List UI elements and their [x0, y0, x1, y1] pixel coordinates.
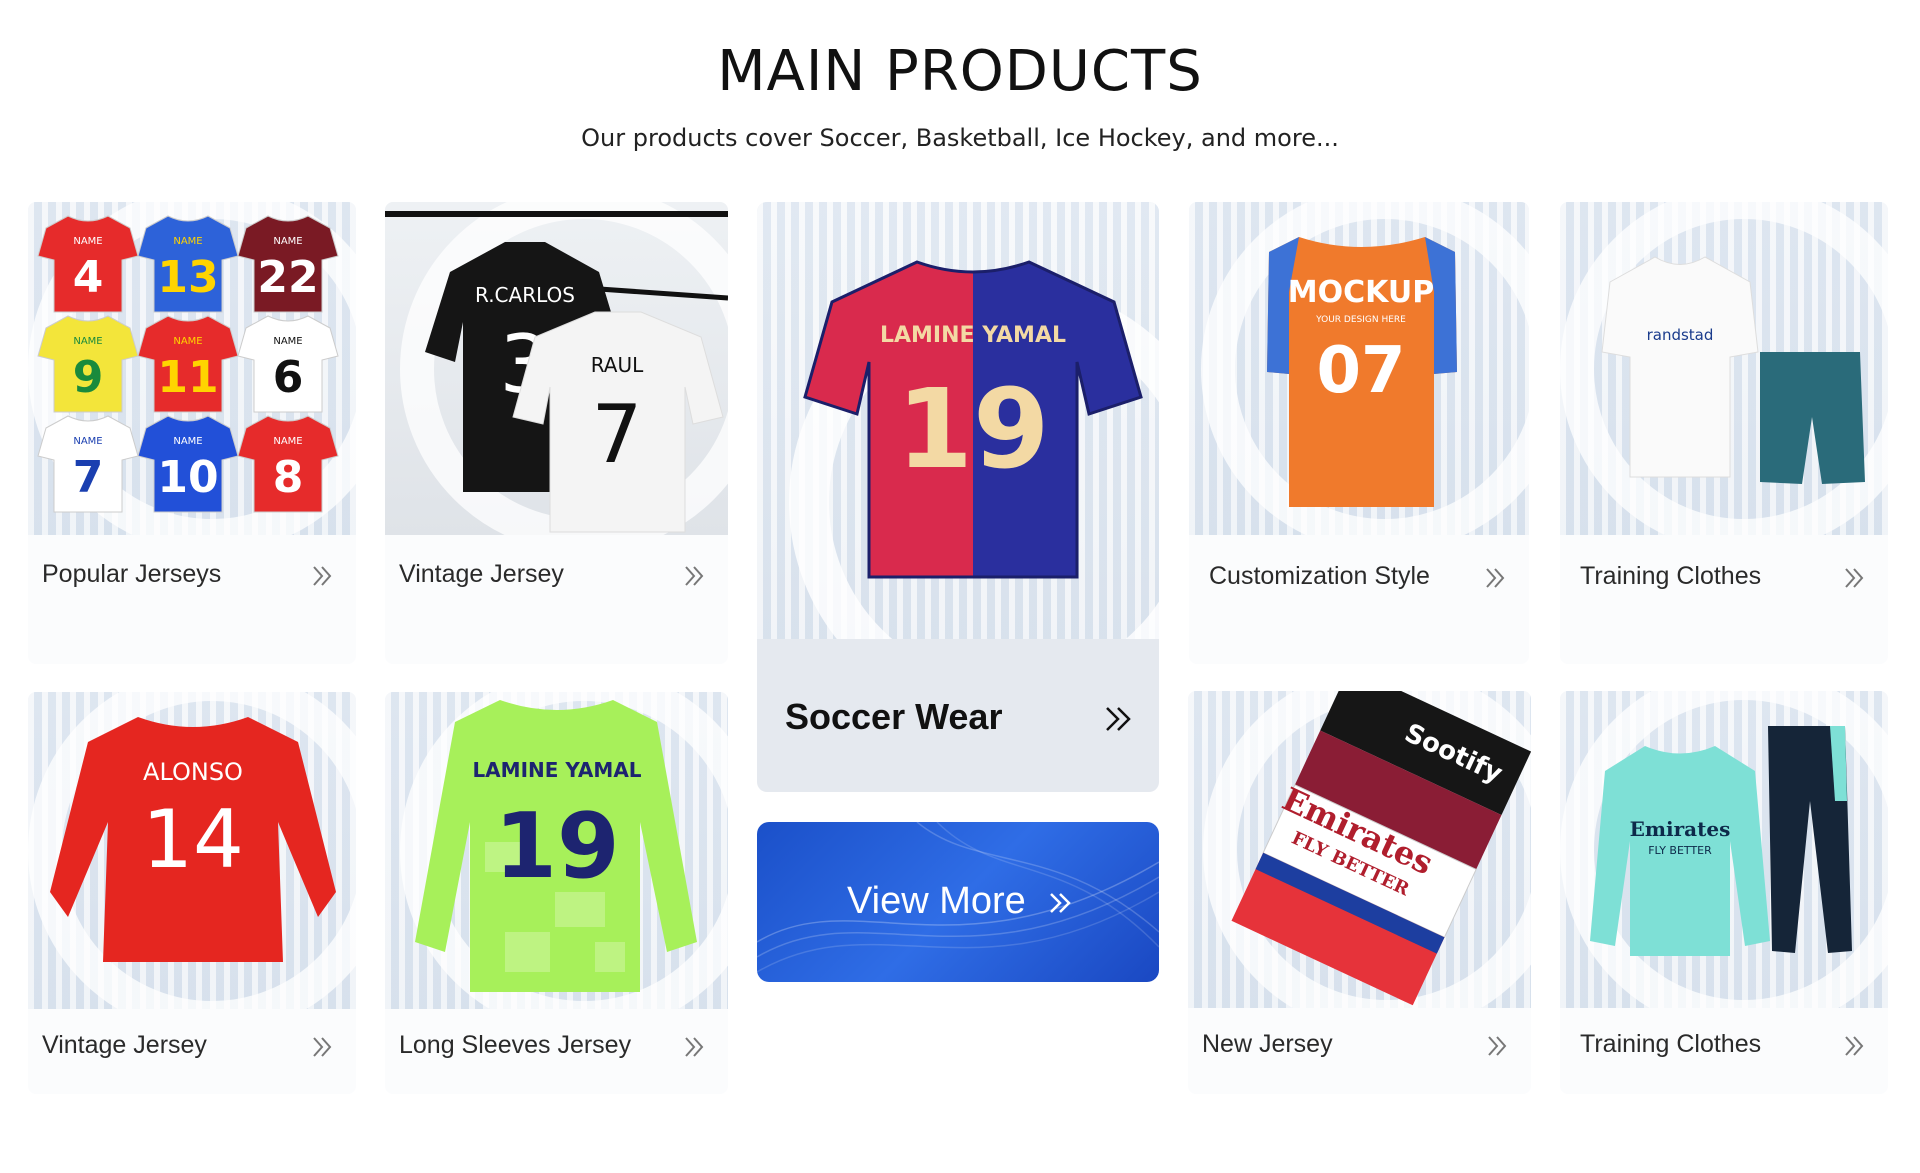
- grid-jersey-name: NAME: [173, 236, 202, 247]
- jersey-number-text: 07: [1316, 334, 1405, 408]
- page-title: MAIN PRODUCTS: [717, 39, 1203, 104]
- product-card-training-clothes-2[interactable]: Emirates FLY BETTER Training Clothes: [1560, 691, 1888, 1094]
- jersey-name-text: ALONSO: [143, 758, 243, 786]
- view-more-button[interactable]: View More: [757, 822, 1159, 982]
- jersey-number-text: 14: [142, 793, 244, 886]
- grid-jersey-number: 11: [157, 352, 218, 403]
- grid-jersey-name: NAME: [73, 436, 102, 447]
- grid-jersey: NAME 4: [37, 215, 139, 313]
- grid-jersey: NAME 9: [37, 315, 139, 413]
- grid-jersey: NAME 7: [37, 415, 139, 513]
- double-chevron-right-icon: [308, 1033, 336, 1061]
- grid-jersey: NAME 10: [137, 415, 239, 513]
- jersey-collection-image: NAME 4 NAME 13 NAME 22 NAME 9 NAME 11 NAME 6 NAME 7 NA…: [28, 202, 356, 535]
- jersey-name-text: RAUL: [591, 353, 644, 377]
- card-label: Customization Style: [1209, 562, 1430, 590]
- product-card-customization-style[interactable]: MOCKUP YOUR DESIGN HERE 07 Customization…: [1189, 202, 1529, 664]
- tracksuit-image: Emirates FLY BETTER: [1560, 691, 1888, 1008]
- section-header: MAIN PRODUCTS Our products cover Soccer,…: [0, 38, 1920, 154]
- grid-jersey: NAME 13: [137, 215, 239, 313]
- double-chevron-right-icon: [1840, 564, 1868, 592]
- card-label: New Jersey: [1202, 1030, 1333, 1058]
- double-chevron-right-icon: [308, 562, 336, 590]
- grid-jersey-number: 22: [257, 252, 318, 303]
- double-chevron-right-icon: [1101, 702, 1135, 736]
- grid-jersey: NAME 22: [237, 215, 339, 313]
- jersey-name-text: R.CARLOS: [475, 283, 575, 307]
- folded-jerseys-image: Sootify Emirates FLY BETTER: [1188, 691, 1531, 1008]
- product-card-vintage-jersey-2[interactable]: ALONSO 14 Vintage Jersey: [28, 692, 356, 1094]
- long-sleeve-red-jersey-image: ALONSO 14: [28, 692, 356, 1009]
- jersey-name-text: LAMINE YAMAL: [472, 758, 641, 782]
- sponsor-text: randstad: [1647, 326, 1714, 344]
- featured-jersey-number: 19: [896, 365, 1049, 493]
- sponsor-text: Emirates: [1630, 817, 1731, 841]
- grid-jersey-name: NAME: [273, 236, 302, 247]
- grid-jersey-name: NAME: [173, 336, 202, 347]
- featured-card-soccer-wear[interactable]: LAMINE YAMAL 19 Soccer Wear: [757, 202, 1159, 792]
- grid-jersey: NAME 8: [237, 415, 339, 513]
- product-card-popular-jerseys[interactable]: NAME 4 NAME 13 NAME 22 NAME 9 NAME 11 NAME 6 NAME 7 NA…: [28, 202, 356, 664]
- product-card-new-jersey[interactable]: Sootify Emirates FLY BETTER New Jersey: [1188, 691, 1531, 1094]
- sponsor-subtext: FLY BETTER: [1648, 844, 1712, 857]
- jersey-number-text: 19: [494, 794, 619, 899]
- featured-jersey-image: LAMINE YAMAL 19: [757, 202, 1159, 639]
- double-chevron-right-icon: [680, 1033, 708, 1061]
- product-card-training-clothes[interactable]: randstad Training Clothes: [1560, 202, 1888, 664]
- grid-jersey-name: NAME: [273, 336, 302, 347]
- training-set-image: randstad: [1560, 202, 1888, 535]
- card-label: Vintage Jersey: [42, 1031, 207, 1059]
- grid-jersey-name: NAME: [73, 336, 102, 347]
- double-chevron-right-icon: [1840, 1032, 1868, 1060]
- grid-jersey-name: NAME: [273, 436, 302, 447]
- grid-jersey-number: 10: [157, 452, 218, 503]
- grid-jersey-number: 4: [73, 252, 104, 303]
- view-more-label: View More: [847, 880, 1026, 922]
- grid-jersey-name: NAME: [73, 236, 102, 247]
- page-subtitle: Our products cover Soccer, Basketball, I…: [581, 124, 1339, 152]
- grid-jersey-number: 13: [157, 252, 218, 303]
- long-sleeve-green-jersey-image: LAMINE YAMAL 19: [385, 692, 728, 1009]
- grid-jersey-number: 8: [273, 452, 304, 503]
- card-label: Popular Jerseys: [42, 560, 222, 588]
- grid-jersey-number: 6: [273, 352, 304, 403]
- mockup-text: MOCKUP: [1288, 275, 1434, 310]
- grid-jersey-number: 9: [73, 352, 104, 403]
- card-label: Long Sleeves Jersey: [399, 1031, 632, 1059]
- hanging-jerseys-image: R.CARLOS 3 RAUL 7: [385, 202, 728, 535]
- card-label: Training Clothes: [1580, 562, 1762, 590]
- card-label: Training Clothes: [1580, 1030, 1762, 1058]
- grid-jersey-number: 7: [73, 452, 104, 503]
- card-label: Vintage Jersey: [399, 560, 564, 588]
- double-chevron-right-icon: [680, 562, 708, 590]
- mockup-jersey-image: MOCKUP YOUR DESIGN HERE 07: [1189, 202, 1529, 535]
- double-chevron-right-icon: [1043, 886, 1077, 920]
- double-chevron-right-icon: [1481, 564, 1509, 592]
- featured-jersey-name: LAMINE YAMAL: [880, 323, 1066, 348]
- product-card-long-sleeves-jersey[interactable]: LAMINE YAMAL 19 Long Sleeves Jersey: [385, 692, 728, 1094]
- jersey-number-text: 7: [592, 388, 643, 481]
- double-chevron-right-icon: [1483, 1032, 1511, 1060]
- mockup-subtext: YOUR DESIGN HERE: [1315, 315, 1406, 325]
- grid-jersey: NAME 6: [237, 315, 339, 413]
- grid-jersey: NAME 11: [137, 315, 239, 413]
- product-card-vintage-jersey[interactable]: R.CARLOS 3 RAUL 7 Vintage Jersey: [385, 202, 728, 664]
- featured-card-label: Soccer Wear: [785, 696, 1003, 737]
- grid-jersey-name: NAME: [173, 436, 202, 447]
